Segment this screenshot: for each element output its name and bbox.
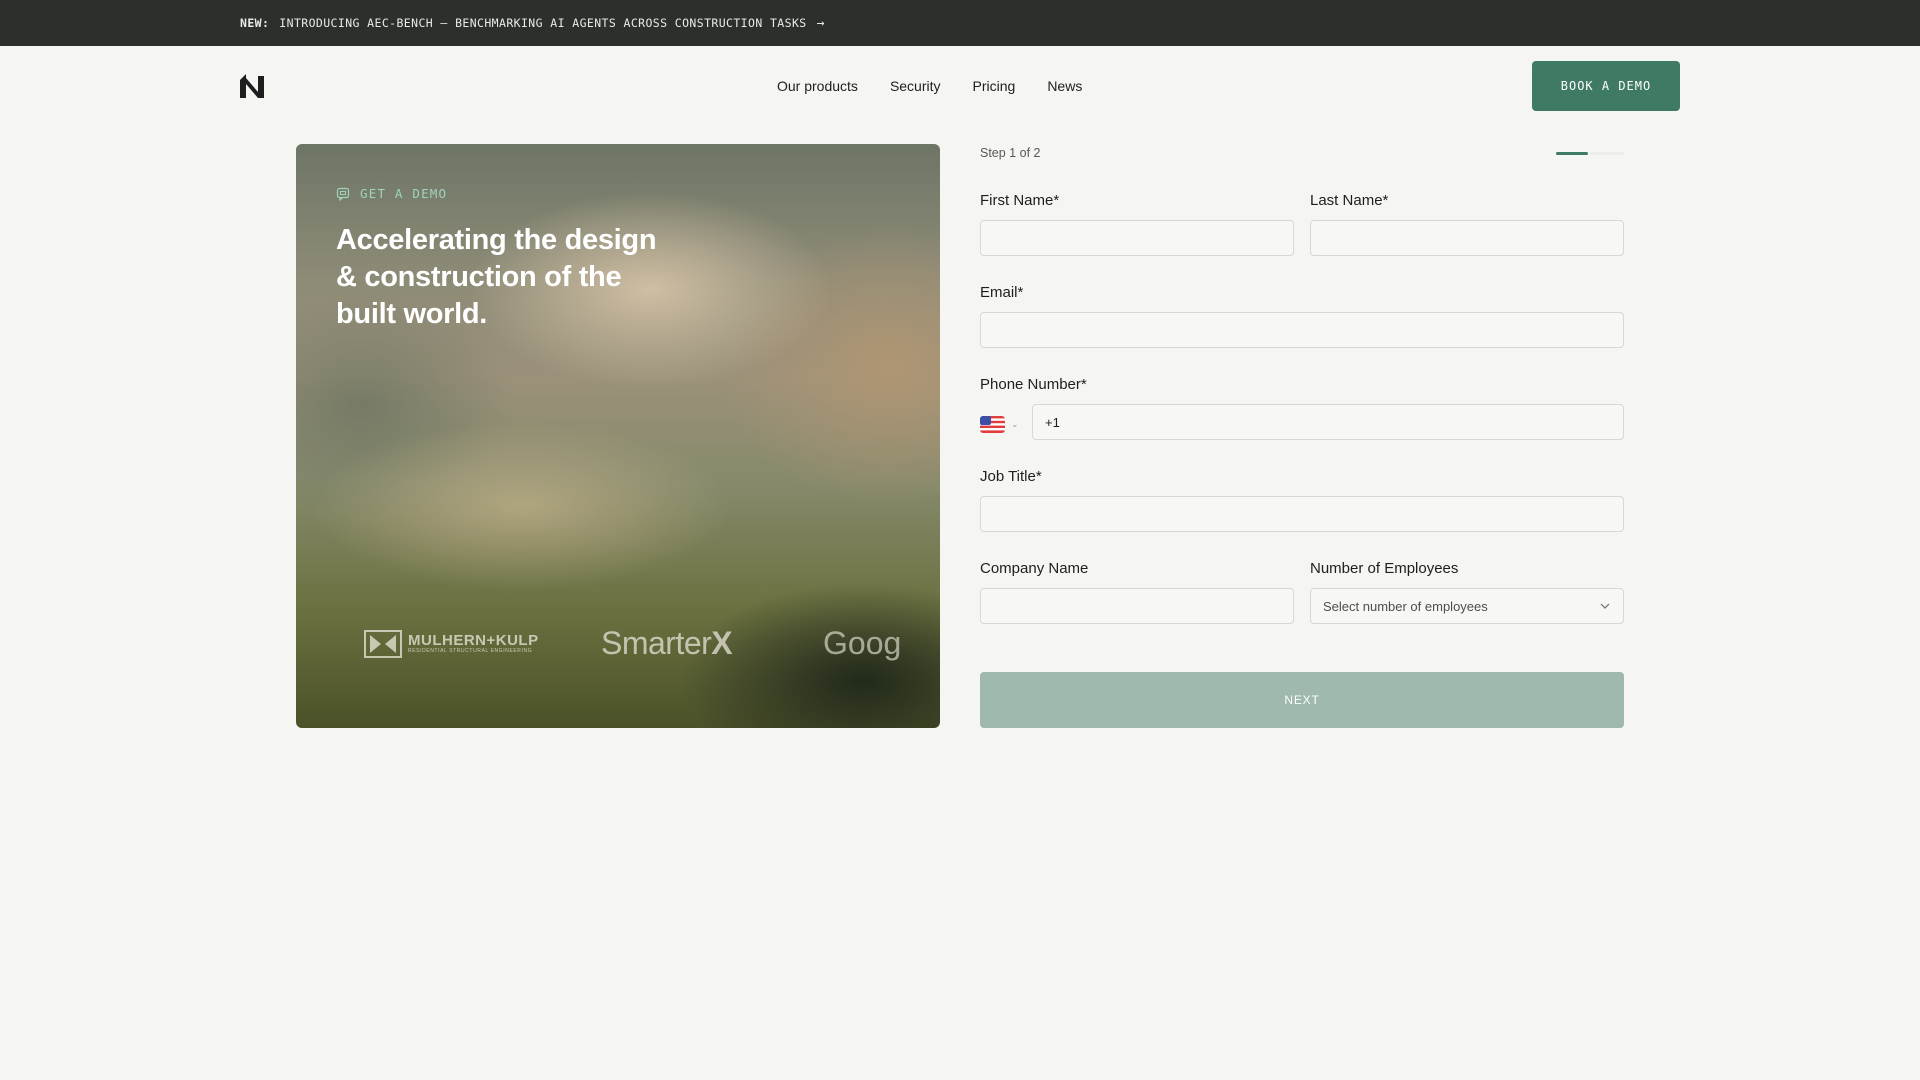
email-label: Email* bbox=[980, 284, 1024, 301]
last-name-label: Last Name* bbox=[1310, 192, 1389, 209]
nav-pricing[interactable]: Pricing bbox=[973, 78, 1016, 94]
chevron-down-icon: ⌄ bbox=[1011, 418, 1019, 429]
mulhern-kulp-subtitle: RESIDENTIAL STRUCTURAL ENGINEERING bbox=[408, 648, 533, 654]
announcement-bar[interactable]: NEW: INTRODUCING AEC-BENCH — BENCHMARKIN… bbox=[0, 0, 1920, 46]
chevron-down-icon bbox=[1600, 603, 1610, 609]
customer-logos: MULHERN+KULP RESIDENTIAL STRUCTURAL ENGI… bbox=[296, 620, 940, 670]
phone-input[interactable] bbox=[1032, 404, 1624, 440]
company-name-label: Company Name bbox=[980, 560, 1089, 577]
first-name-label: First Name* bbox=[980, 192, 1060, 209]
phone-label: Phone Number* bbox=[980, 376, 1087, 393]
country-code-selector[interactable]: ⌄ bbox=[980, 412, 1020, 436]
email-input[interactable] bbox=[980, 312, 1624, 348]
company-name-input[interactable] bbox=[980, 588, 1294, 624]
main-nav: Our products Security Pricing News bbox=[777, 78, 1082, 94]
announcement-tag: NEW: bbox=[240, 16, 270, 30]
site-header: Our products Security Pricing News BOOK … bbox=[0, 46, 1920, 126]
hero-eyebrow: GET A DEMO bbox=[336, 186, 447, 201]
progress-segment-inactive bbox=[1590, 152, 1624, 155]
arrow-right-icon[interactable]: → bbox=[817, 16, 825, 31]
smarterx-logo-main: Smarter bbox=[601, 625, 712, 661]
smarterx-logo-x: X bbox=[711, 625, 733, 661]
job-title-label: Job Title* bbox=[980, 468, 1042, 485]
nav-news[interactable]: News bbox=[1047, 78, 1082, 94]
job-title-input[interactable] bbox=[980, 496, 1624, 532]
mulhern-kulp-logo: MULHERN+KULP RESIDENTIAL STRUCTURAL ENGI… bbox=[364, 630, 539, 658]
book-a-demo-button[interactable]: BOOK A DEMO bbox=[1532, 61, 1680, 111]
hero-card: GET A DEMO Accelerating the design & con… bbox=[296, 144, 940, 728]
employees-select[interactable]: Select number of employees bbox=[1310, 588, 1624, 624]
mulhern-kulp-name: MULHERN+KULP bbox=[408, 632, 539, 649]
step-progress-bar bbox=[1556, 152, 1624, 155]
announcement-text[interactable]: INTRODUCING AEC-BENCH — BENCHMARKING AI … bbox=[279, 16, 806, 30]
hero-headline: Accelerating the design & construction o… bbox=[336, 224, 657, 330]
last-name-input[interactable] bbox=[1310, 220, 1624, 256]
mulhern-kulp-mark-icon bbox=[364, 630, 402, 658]
chat-bubble-icon bbox=[336, 187, 350, 201]
step-indicator: Step 1 of 2 bbox=[980, 146, 1041, 160]
smarterx-logo: SmarterX bbox=[601, 625, 733, 662]
next-button[interactable]: NEXT bbox=[980, 672, 1624, 728]
employees-label: Number of Employees bbox=[1310, 560, 1459, 577]
first-name-input[interactable] bbox=[980, 220, 1294, 256]
employees-select-placeholder: Select number of employees bbox=[1323, 598, 1488, 614]
n-logo-icon[interactable] bbox=[240, 74, 264, 98]
progress-segment-active bbox=[1556, 152, 1588, 155]
google-logo: Goog bbox=[823, 625, 902, 661]
nav-security[interactable]: Security bbox=[890, 78, 941, 94]
us-flag-icon bbox=[980, 415, 1005, 433]
hero-eyebrow-text: GET A DEMO bbox=[360, 186, 448, 201]
nav-our-products[interactable]: Our products bbox=[777, 78, 858, 94]
